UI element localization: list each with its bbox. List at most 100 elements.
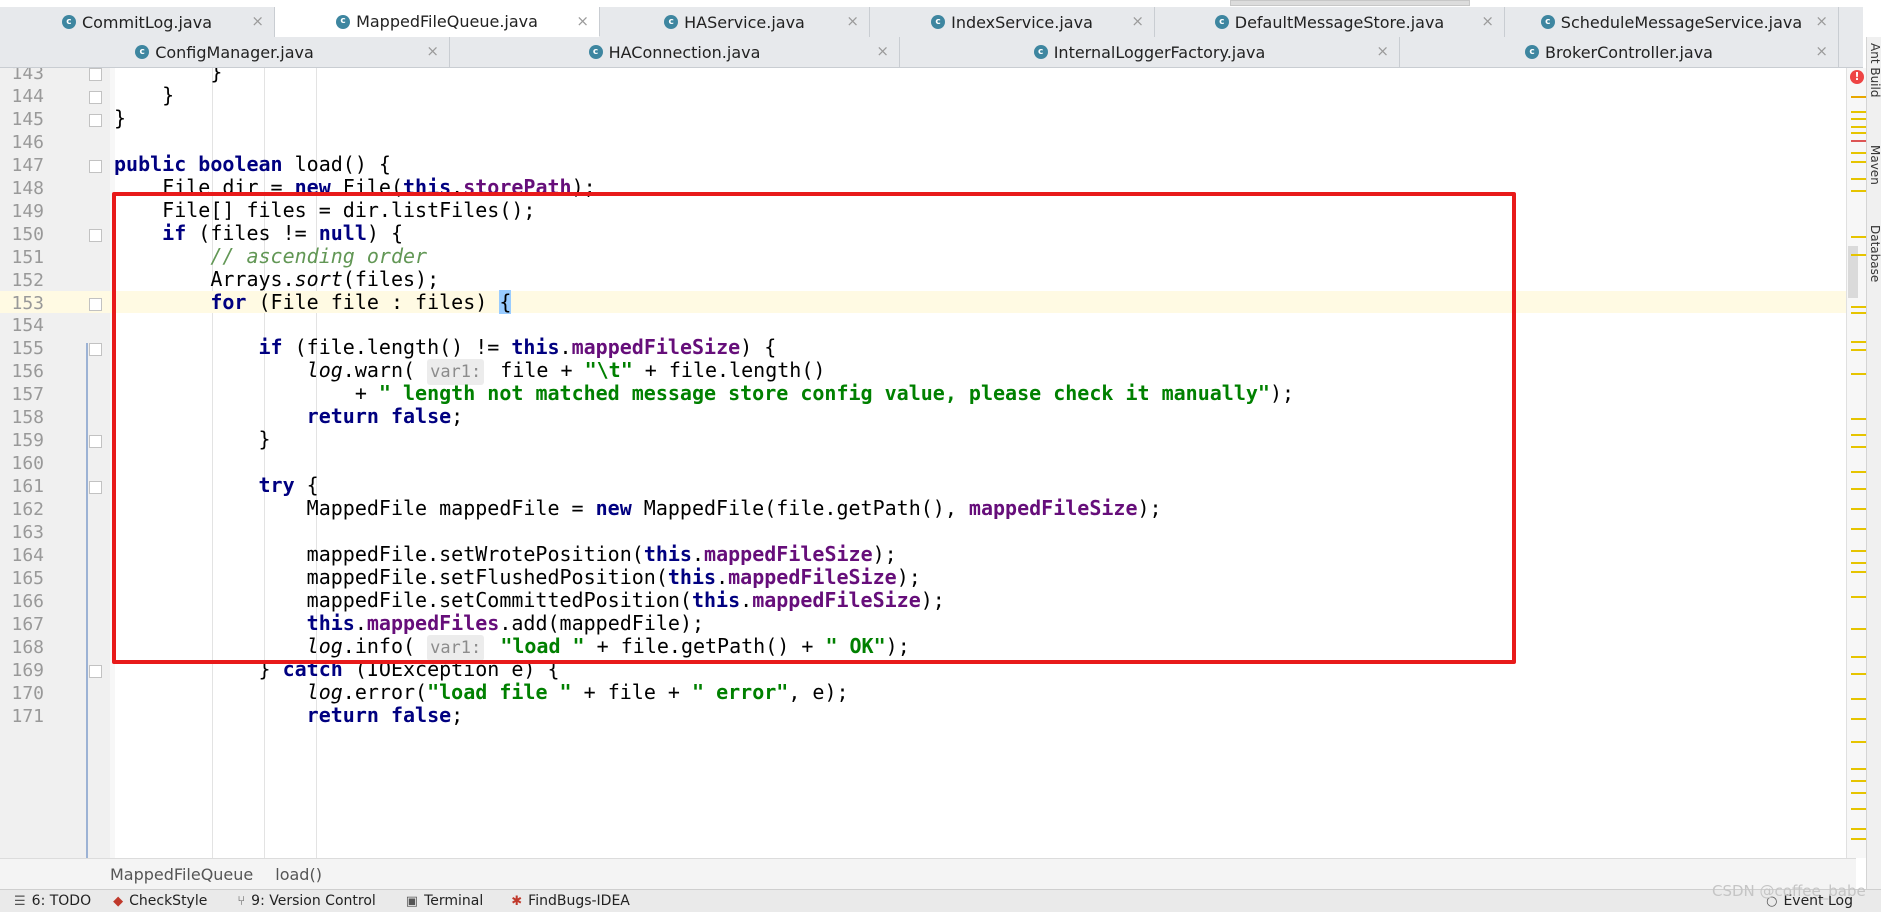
stripe-marker[interactable] [1851,434,1866,436]
terminal-tool-button[interactable]: ▣ Terminal [406,893,483,909]
stripe-marker[interactable] [1851,808,1866,810]
stripe-marker[interactable] [1851,118,1866,120]
stripe-marker[interactable] [1851,628,1866,630]
fold-toggle-icon[interactable] [89,664,102,678]
fold-toggle-icon[interactable] [89,228,102,242]
code-line[interactable]: 146 [0,130,1846,153]
row1-tab-0[interactable]: c CommitLog.java × [0,7,275,37]
row2-tab-3[interactable]: c BrokerController.java × [1400,37,1839,67]
stripe-marker[interactable] [1851,306,1866,308]
breadcrumb-method[interactable]: load() [275,865,322,884]
row1-tab-3[interactable]: c IndexService.java × [870,7,1155,37]
tab-label: HAService.java [684,12,805,32]
close-tab-icon[interactable]: × [1815,12,1828,30]
code-editor[interactable]: 143 } 144 } 145} 146 147 public boolean load(… [0,68,1846,858]
stripe-marker[interactable] [1851,718,1866,720]
version-control-tool-button[interactable]: ⑂ 9: Version Control [237,893,375,909]
stripe-marker[interactable] [1851,140,1866,142]
fold-toggle-icon[interactable] [89,113,102,127]
code-line[interactable]: 143 } [0,68,1846,84]
stripe-marker[interactable] [1851,768,1866,770]
stripe-marker[interactable] [1851,132,1866,134]
stripe-marker[interactable] [1851,508,1866,510]
row2-tab-1[interactable]: c HAConnection.java × [450,37,900,67]
highlight-box [112,192,1516,664]
close-tab-icon[interactable]: × [1481,12,1494,30]
breadcrumb-class[interactable]: MappedFileQueue [110,865,253,884]
stripe-marker[interactable] [1851,488,1866,490]
stripe-marker[interactable] [1851,418,1866,420]
stripe-marker[interactable] [1851,341,1866,343]
stripe-marker[interactable] [1851,349,1866,351]
fold-toggle-icon[interactable] [89,159,102,173]
fold-toggle-icon[interactable] [89,297,102,311]
close-tab-icon[interactable]: × [1815,42,1828,60]
stripe-marker[interactable] [1851,550,1866,552]
fold-toggle-icon[interactable] [89,68,102,81]
stripe-marker[interactable] [1851,828,1866,830]
stripe-marker[interactable] [1851,111,1866,113]
fold-toggle-icon[interactable] [89,90,102,104]
code-line[interactable]: 145} [0,106,1846,130]
stripe-marker[interactable] [1851,152,1866,154]
maven-tool[interactable]: Maven [1867,145,1881,185]
stripe-marker[interactable] [1851,373,1866,375]
line-number: 171 [11,705,44,727]
stripe-marker[interactable] [1851,446,1866,448]
stripe-marker[interactable] [1851,126,1866,128]
close-tab-icon[interactable]: × [1376,42,1389,60]
java-class-icon: c [135,45,150,59]
fold-toggle-icon[interactable] [89,343,102,357]
stripe-marker[interactable] [1851,792,1866,794]
fold-toggle-icon[interactable] [89,481,102,495]
code-line[interactable]: 144 } [0,83,1846,107]
stripe-marker[interactable] [1851,254,1866,256]
row1-tab-2[interactable]: c HAService.java × [600,7,870,37]
close-tab-icon[interactable]: × [576,12,589,30]
row1-tab-4[interactable]: c DefaultMessageStore.java × [1155,7,1505,37]
stripe-marker[interactable] [1851,741,1866,743]
findbugs-tool-button[interactable]: ✱ FindBugs-IDEA [511,893,630,909]
stripe-marker[interactable] [1851,236,1866,238]
stripe-marker[interactable] [1851,596,1866,598]
code-line[interactable]: 171 return false; [0,703,1846,727]
stripe-marker[interactable] [1851,571,1866,573]
ant-build-tool[interactable]: Ant Build [1867,43,1881,97]
tab-label: BrokerController.java [1545,42,1713,62]
todo-tool-button[interactable]: ☰ 6: TODO [14,893,91,909]
stripe-marker[interactable] [1851,698,1866,700]
stripe-marker[interactable] [1851,161,1866,163]
checkstyle-tool-button[interactable]: ◆ CheckStyle [113,893,207,909]
stripe-marker[interactable] [1851,838,1866,840]
database-tool[interactable]: Database [1867,225,1881,282]
fold-toggle-icon[interactable] [89,435,102,449]
error-stripe[interactable]: ! [1846,68,1867,858]
close-tab-icon[interactable]: × [426,42,439,60]
status-bar: ☰ 6: TODO ◆ CheckStyle ⑂ 9: Version Control… [0,889,1881,912]
stripe-marker[interactable] [1851,780,1866,782]
close-tab-icon[interactable]: × [1131,12,1144,30]
stripe-marker[interactable] [1851,673,1866,675]
error-indicator-icon[interactable]: ! [1850,70,1864,84]
stripe-marker[interactable] [1851,178,1866,180]
editor-tabs-row-2: c ConfigManager.java × c HAConnection.java × c… [0,37,1863,68]
close-tab-icon[interactable]: × [876,42,889,60]
stripe-marker[interactable] [1851,190,1866,192]
stripe-marker[interactable] [1851,471,1866,473]
row2-tab-2[interactable]: c InternalLoggerFactory.java × [900,37,1400,67]
close-tab-icon[interactable]: × [251,12,264,30]
stripe-marker[interactable] [1851,96,1866,98]
code-line[interactable]: 170 log.error("load file " + file + " er… [0,680,1846,704]
row2-tab-0[interactable]: c ConfigManager.java × [0,37,450,67]
stripe-marker[interactable] [1851,528,1866,530]
line-number: 144 [11,85,44,107]
java-class-icon: c [1033,45,1048,59]
line-number: 160 [11,453,44,475]
stripe-marker[interactable] [1851,656,1866,658]
stripe-marker[interactable] [1851,562,1866,564]
row1-tab-5[interactable]: c ScheduleMessageService.java × [1505,7,1839,37]
close-tab-icon[interactable]: × [846,12,859,30]
code-line[interactable]: 147 public boolean load() { [0,152,1846,176]
stripe-marker[interactable] [1851,312,1866,314]
row1-tab-1[interactable]: c MappedFileQueue.java × [275,7,600,37]
